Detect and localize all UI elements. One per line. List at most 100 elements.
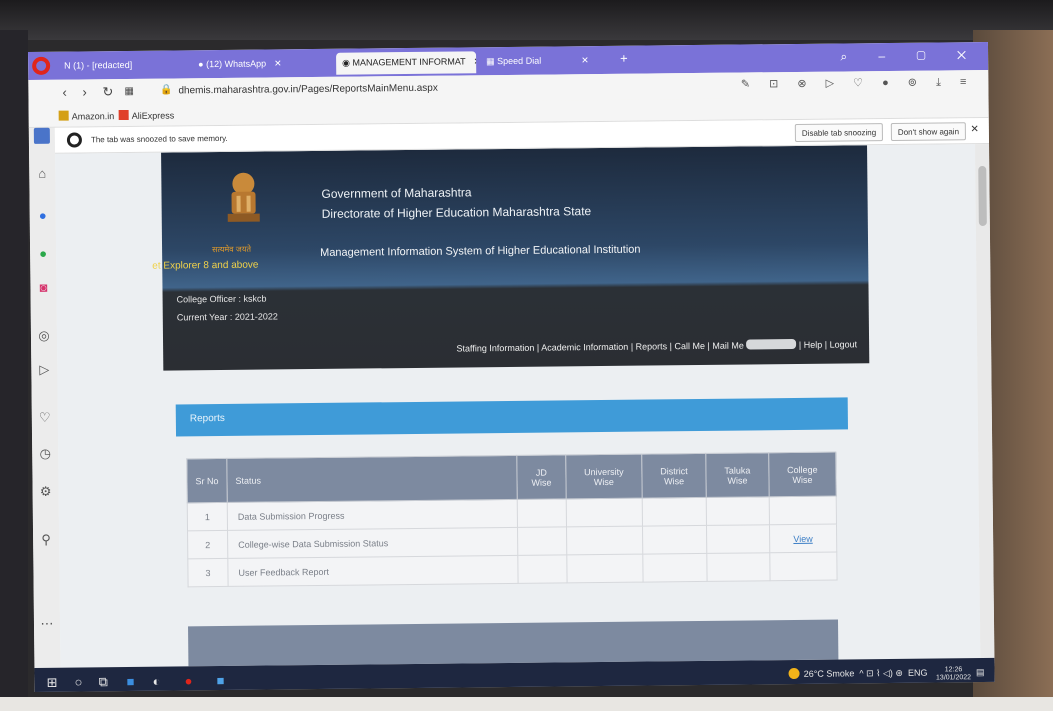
tab-whatsapp[interactable]: ● (12) WhatsApp ✕ bbox=[192, 53, 332, 76]
app2-icon[interactable]: ■ bbox=[217, 673, 225, 688]
view-link[interactable]: View bbox=[793, 533, 812, 543]
screen: N (1) - [redacted] ● (12) WhatsApp ✕ ◉ MA… bbox=[28, 41, 995, 692]
store-icon[interactable]: ■ bbox=[127, 674, 135, 689]
government-title: Government of Maharashtra bbox=[321, 185, 472, 201]
history-icon[interactable]: ◷ bbox=[37, 446, 53, 462]
cell bbox=[566, 554, 644, 583]
close-icon[interactable]: ✕ bbox=[581, 55, 589, 65]
cell bbox=[642, 553, 708, 583]
col-college-wise: College Wise bbox=[768, 452, 837, 497]
col-district-wise: District Wise bbox=[641, 453, 707, 499]
cell bbox=[642, 525, 707, 555]
windows-start-icon[interactable]: ⊞ bbox=[47, 675, 58, 691]
web-page: सत्यमेव जयते et Explorer 8 and above Gov… bbox=[55, 144, 981, 668]
cell bbox=[517, 498, 567, 528]
cell bbox=[517, 554, 567, 584]
sr-no: 3 bbox=[187, 558, 229, 587]
reports-section-header: Reports bbox=[175, 397, 848, 437]
cell bbox=[769, 552, 838, 581]
weather-icon bbox=[788, 667, 800, 680]
app-icon[interactable]: ◐ bbox=[153, 674, 161, 689]
cell bbox=[565, 498, 643, 527]
toolbar-icons[interactable]: ✎ ⊡ ⊗ ▷ ♡ ● ⊚ ⤓ ≡ bbox=[741, 75, 975, 91]
cell bbox=[566, 526, 643, 555]
top-navigation: Staffing Information | Academic Informat… bbox=[456, 338, 858, 354]
close-icon[interactable]: ✕ bbox=[474, 56, 477, 66]
workspace-icon[interactable] bbox=[33, 127, 50, 144]
nav-call-me[interactable]: Call Me bbox=[674, 341, 705, 351]
aliexpress-icon bbox=[118, 109, 129, 121]
whatsapp-icon[interactable]: ● bbox=[35, 246, 51, 262]
lock-icon: 🔒 bbox=[160, 84, 173, 96]
bezel-left bbox=[0, 30, 28, 700]
emblem-caption: सत्यमेव जयते bbox=[212, 244, 252, 255]
site-header: सत्यमेव जयते et Explorer 8 and above Gov… bbox=[152, 145, 870, 371]
messenger-icon[interactable]: ● bbox=[35, 208, 51, 224]
col-university-wise: University Wise bbox=[565, 454, 643, 499]
status-cell: User Feedback Report bbox=[227, 555, 519, 587]
cell bbox=[768, 496, 837, 525]
col-status: Status bbox=[226, 455, 518, 503]
cell: View bbox=[769, 524, 837, 553]
tab-mail[interactable]: N (1) - [redacted] bbox=[58, 54, 188, 77]
opera-taskbar-icon[interactable]: ● bbox=[185, 673, 193, 688]
nav-academic-information[interactable]: Academic Information bbox=[541, 342, 628, 353]
forward-icon[interactable]: › bbox=[82, 84, 87, 99]
cell bbox=[706, 552, 770, 582]
notification-icon[interactable]: ▤ bbox=[976, 667, 985, 677]
nav-reports[interactable]: Reports bbox=[636, 341, 668, 351]
scroll-thumb[interactable] bbox=[978, 165, 987, 227]
speed-dial-icon: ▦ bbox=[486, 56, 498, 67]
new-tab-button[interactable]: + bbox=[620, 51, 628, 66]
url-field[interactable]: dhemis.maharashtra.gov.in/Pages/ReportsM… bbox=[178, 83, 437, 97]
instagram-icon[interactable]: ◙ bbox=[35, 280, 51, 296]
weather-text[interactable]: 26°C Smoke bbox=[804, 668, 855, 679]
window-controls[interactable]: ⌕ – ▢ ✕ bbox=[840, 48, 980, 64]
close-icon[interactable]: ✕ bbox=[970, 124, 979, 135]
second-table-header bbox=[188, 619, 839, 667]
sr-no: 2 bbox=[187, 530, 228, 559]
clock[interactable]: 12:26 13/01/2022 bbox=[936, 666, 971, 682]
nav-mail-me[interactable]: Mail Me bbox=[712, 341, 744, 351]
back-icon[interactable]: ‹ bbox=[62, 85, 67, 100]
cell bbox=[642, 497, 707, 527]
state-emblem-icon bbox=[227, 172, 260, 222]
close-icon[interactable]: ✕ bbox=[274, 58, 282, 68]
reload-icon[interactable]: ↻ bbox=[102, 84, 113, 100]
system-tray: 26°C Smoke ^ ⊡ ⌇ ◁) ⊛ ENG 12:26 13/01/202… bbox=[788, 666, 985, 684]
bookmark-aliexpress[interactable]: AliExpress bbox=[118, 109, 174, 121]
nav-help[interactable]: Help bbox=[804, 340, 823, 350]
tab-management-info[interactable]: ◉ MANAGEMENT INFORMAT ✕ bbox=[336, 51, 477, 75]
task-view-icon[interactable]: ⧉ bbox=[99, 674, 108, 690]
search-icon[interactable]: ○ bbox=[75, 674, 83, 689]
col-sr-no: Sr No bbox=[186, 458, 228, 503]
nav-staffing-information[interactable]: Staffing Information bbox=[456, 343, 534, 354]
heart-icon[interactable]: ♡ bbox=[37, 410, 53, 426]
home-icon[interactable]: ⌂ bbox=[34, 166, 50, 182]
pin-icon[interactable]: ⚲ bbox=[38, 532, 54, 548]
cell bbox=[706, 524, 770, 554]
disable-snoozing-button[interactable]: Disable tab snoozing bbox=[794, 123, 884, 142]
bookmark-amazon[interactable]: Amazon.in bbox=[58, 110, 114, 122]
player-icon[interactable]: ◎ bbox=[36, 328, 52, 344]
tab-speed-dial[interactable]: ▦ Speed Dial ✕ bbox=[480, 50, 616, 73]
speed-dial-grid-icon[interactable]: ▦ bbox=[124, 86, 134, 97]
snooze-message: The tab was snoozed to save memory. bbox=[90, 133, 228, 145]
nav-logout[interactable]: Logout bbox=[830, 339, 858, 349]
dont-show-again-button[interactable]: Don't show again bbox=[890, 122, 967, 141]
browser-support-note: et Explorer 8 and above bbox=[152, 259, 259, 272]
nav-glare-obscured[interactable] bbox=[746, 338, 797, 350]
opera-logo-icon[interactable] bbox=[32, 56, 51, 75]
flow-icon[interactable]: ▷ bbox=[36, 362, 52, 378]
settings-icon[interactable]: ⚙ bbox=[38, 484, 54, 500]
col-taluka-wise: Taluka Wise bbox=[705, 452, 769, 498]
bezel-top bbox=[0, 0, 1053, 40]
table-row: 3 User Feedback Report bbox=[187, 552, 838, 587]
language-indicator[interactable]: ENG bbox=[908, 668, 928, 678]
col-jd-wise: JD Wise bbox=[516, 454, 566, 500]
sr-no: 1 bbox=[187, 502, 228, 531]
college-officer: College Officer : kskcb bbox=[176, 293, 267, 305]
more-icon[interactable]: ⋯ bbox=[39, 616, 55, 632]
status-cell: College-wise Data Submission Status bbox=[227, 527, 518, 559]
bezel-bottom bbox=[0, 697, 1053, 711]
